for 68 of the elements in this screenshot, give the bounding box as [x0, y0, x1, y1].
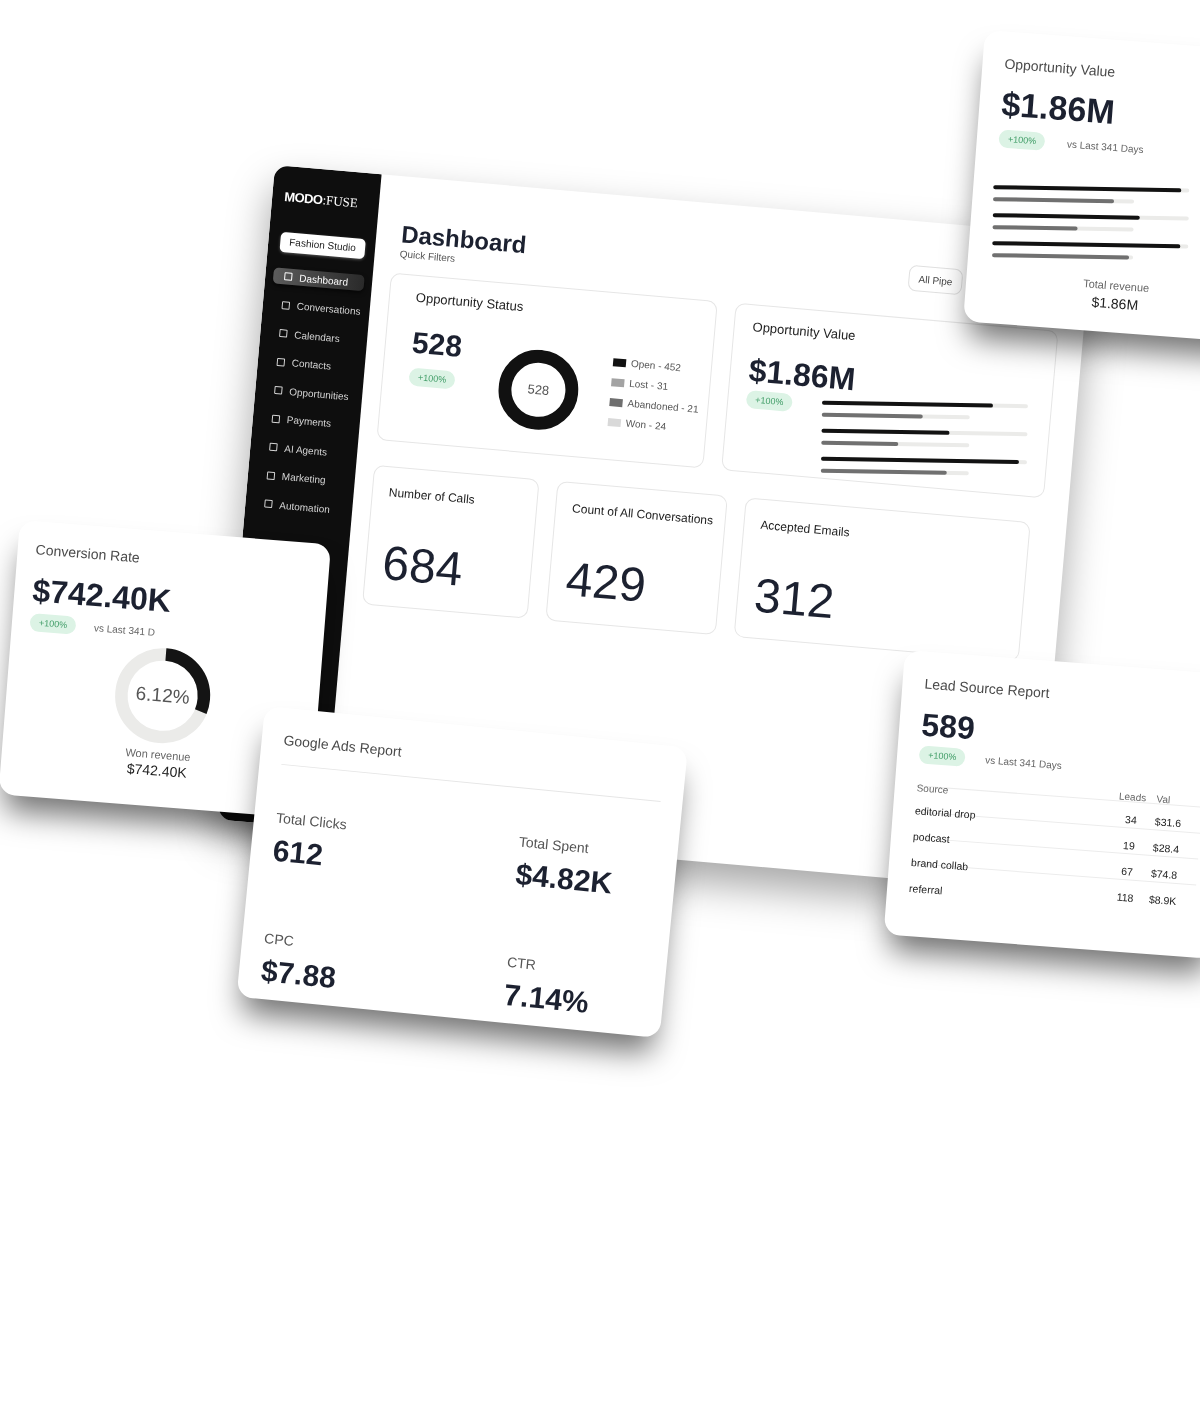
filter-button[interactable]: All Pipe — [907, 264, 964, 296]
card-title: Google Ads Report — [282, 731, 403, 762]
sidebar-item[interactable]: Conversations — [270, 295, 363, 320]
legend-label: Won - 24 — [625, 417, 667, 433]
table-cell: 34 — [1124, 813, 1138, 826]
table-cell: 67 — [1120, 864, 1134, 878]
square-icon — [266, 471, 276, 480]
table-cell: $74.8 — [1150, 867, 1178, 881]
table-cell: $31.6 — [1154, 815, 1182, 830]
ring-reading: 6.12% — [134, 682, 191, 709]
change-badge: +100% — [998, 129, 1046, 151]
metric-value: 612 — [271, 834, 325, 872]
sidebar-item[interactable]: Automation — [252, 494, 345, 519]
metric-value: $7.88 — [259, 954, 338, 995]
sidebar-item[interactable]: Marketing — [255, 466, 348, 490]
total-label: Total revenue — [1082, 276, 1150, 295]
change-badge: +100% — [408, 367, 456, 390]
table-cell: editorial drop — [914, 804, 976, 821]
card-value: 589 — [920, 707, 976, 746]
sidebar-item[interactable]: AI Agents — [257, 437, 350, 462]
table-cell: $28.4 — [1152, 841, 1180, 856]
card-value: 684 — [380, 539, 465, 594]
donut-total: 528 — [526, 381, 550, 399]
card-title: Accepted Emails — [759, 516, 851, 542]
total-value: $1.86M — [1090, 292, 1139, 315]
card-title: Conversion Rate — [34, 540, 141, 568]
card-value: $1.86M — [1000, 85, 1116, 130]
square-icon — [271, 414, 281, 423]
sidebar-item[interactable]: Dashboard — [272, 267, 365, 292]
comparison-text: vs Last 341 Days — [1066, 137, 1145, 157]
metric-label: CPC — [263, 929, 295, 950]
metric-label: Total Clicks — [275, 808, 348, 834]
card-value: 429 — [563, 555, 648, 610]
card-title: Lead Source Report — [923, 674, 1051, 703]
card-value: 528 — [410, 326, 464, 363]
table-cell: $8.9K — [1148, 893, 1177, 908]
table-cell: referral — [908, 882, 943, 897]
metric-value: 7.14% — [502, 978, 591, 1019]
legend-label: Lost - 31 — [628, 377, 669, 393]
sidebar-item[interactable]: Contacts — [265, 352, 358, 377]
comparison-text: vs Last 341 D — [93, 620, 156, 640]
change-badge: +100% — [745, 390, 794, 412]
legend-label: Abandoned - 21 — [627, 397, 699, 415]
sidebar-item[interactable]: Opportunities — [262, 380, 355, 405]
card-title: Opportunity Value — [1003, 54, 1116, 82]
metric-label: Total Spent — [518, 832, 590, 858]
card-title: Count of All Conversations — [571, 500, 714, 530]
card-value: 312 — [752, 571, 837, 627]
workspace-button[interactable]: Fashion Studio — [279, 231, 366, 260]
legend-label: Open - 452 — [630, 357, 682, 374]
table-cell: 118 — [1116, 890, 1134, 904]
sidebar-item[interactable]: Calendars — [267, 324, 360, 348]
comparison-text: vs Last 341 Days — [984, 752, 1063, 773]
brand-logo: MODO :FUSE — [283, 189, 359, 211]
column-header: Source — [916, 782, 949, 796]
column-header: Val — [1156, 793, 1171, 806]
change-badge: +100% — [29, 613, 77, 635]
metric-value: $4.82K — [514, 858, 614, 900]
metric-label: CTR — [506, 952, 537, 974]
table-cell: podcast — [912, 830, 951, 845]
table-cell: 19 — [1122, 838, 1136, 852]
change-badge: +100% — [918, 745, 967, 767]
column-header: Leads — [1118, 790, 1147, 804]
card-title: Opportunity Value — [751, 318, 857, 346]
sidebar-item[interactable]: Payments — [260, 409, 353, 434]
card-title: Number of Calls — [388, 484, 476, 509]
table-cell: brand collab — [910, 856, 969, 873]
card-title: Opportunity Status — [415, 288, 524, 317]
